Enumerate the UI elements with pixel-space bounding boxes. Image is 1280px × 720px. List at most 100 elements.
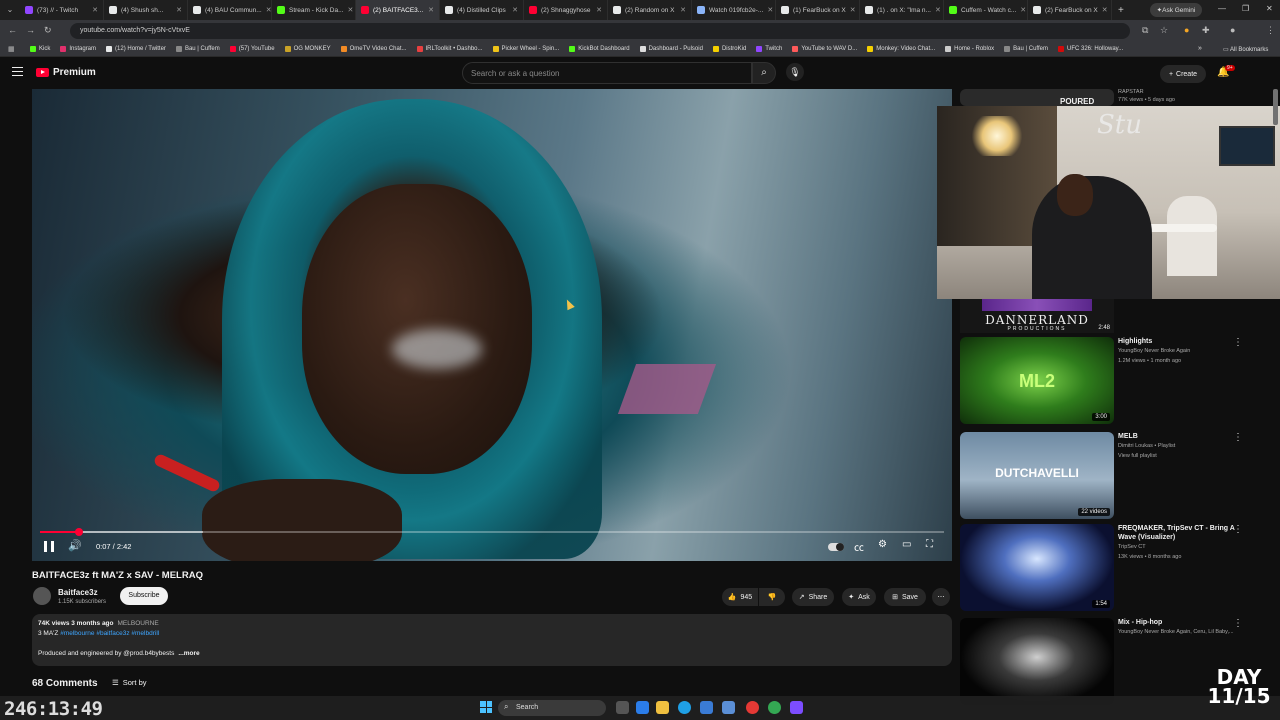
like-button[interactable]: 👍 945 [722, 588, 758, 606]
all-bookmarks[interactable]: ▭ All Bookmarks [1223, 46, 1268, 53]
pause-icon[interactable] [44, 541, 54, 552]
windows-start-icon[interactable] [480, 701, 492, 713]
video-thumbnail[interactable]: 1:54 [960, 524, 1114, 611]
sidebar-channel[interactable]: YoungBoy Never Broke Again [1118, 348, 1190, 354]
tab-close-icon[interactable]: ✕ [266, 6, 271, 14]
sidebar-video-title[interactable]: FREQMAKER, TripSev CT - Bring A Wave (Vi… [1118, 524, 1238, 542]
channel-name[interactable]: Baitface3z [58, 588, 98, 597]
app-icon-purple[interactable] [790, 701, 803, 714]
close-window-icon[interactable]: ✕ [1266, 4, 1273, 13]
profile-avatar-icon[interactable]: ● [1230, 25, 1235, 35]
sidebar-video-title[interactable]: Highlights [1118, 337, 1238, 346]
sidebar-channel[interactable]: YoungBoy Never Broke Again, Ceru, Lil Ba… [1118, 629, 1234, 635]
mic-icon[interactable]: 🎙 [786, 63, 804, 81]
browser-tab[interactable]: (2) FearBuck on X ✕ [1028, 0, 1112, 20]
new-tab-button[interactable]: + [1112, 5, 1130, 16]
ask-button[interactable]: ✦ Ask [842, 588, 876, 606]
miniplayer-icon[interactable]: ▭ [902, 539, 911, 550]
url-field[interactable]: youtube.com/watch?v=jy5N-cVtxvE [70, 23, 1130, 39]
bookmark-item[interactable]: OmeTV Video Chat... [340, 46, 407, 52]
browser-menu-icon[interactable]: ⋮ [1266, 25, 1275, 36]
subscribe-button[interactable]: Subscribe [120, 587, 168, 605]
menu-icon[interactable] [12, 67, 23, 76]
more-options-icon[interactable]: ⋮ [1233, 337, 1243, 348]
sidebar-channel[interactable]: Dimitri Loukas • Playlist [1118, 443, 1175, 449]
tab-close-icon[interactable]: ✕ [767, 6, 773, 14]
app-icon[interactable] [722, 701, 735, 714]
sidebar-video-top[interactable]: POURED RAPSTAR 77K views • 5 days ago [960, 89, 1270, 106]
sidebar-video-item[interactable]: 1:54 FREQMAKER, TripSev CT - Bring A Wave… [960, 524, 1270, 611]
forward-icon[interactable]: → [26, 25, 35, 35]
more-options-icon[interactable]: ⋮ [1233, 618, 1243, 629]
bookmark-item[interactable]: Kick [30, 46, 50, 52]
bookmark-item[interactable]: UFC 326: Holloway... [1057, 46, 1123, 52]
save-button[interactable]: ⊞ Save [884, 588, 926, 606]
video-thumbnail[interactable]: DUTCHAVELLI 22 videos [960, 432, 1114, 519]
fullscreen-icon[interactable]: ⛶ [926, 539, 933, 550]
edge-icon[interactable] [678, 701, 691, 714]
search-icon[interactable]: ⌕ [752, 62, 776, 84]
hashtags[interactable]: #melbourne #baitface3z #melbdrill [60, 630, 159, 637]
tab-close-icon[interactable]: ✕ [92, 6, 98, 14]
tab-close-icon[interactable]: ✕ [850, 6, 856, 14]
apps-grid-icon[interactable]: ▦ [8, 45, 15, 53]
progress-bar[interactable] [40, 528, 944, 536]
video-player[interactable]: 🔊 0:07 / 2:42 ㏄ ⚙ ▭ ⛶ [32, 89, 952, 561]
taskbar-search[interactable]: Search [498, 700, 606, 716]
bookmark-item[interactable]: DistroKid [712, 46, 746, 52]
browser-tab[interactable]: (2) Random on X ✕ [608, 0, 692, 20]
sidebar-video-item[interactable]: ML2 3:00 Highlights YoungBoy Never Broke Ag… [960, 337, 1270, 424]
tab-close-icon[interactable]: ✕ [596, 6, 602, 14]
store-icon[interactable] [700, 701, 713, 714]
settings-gear-icon[interactable]: ⚙ [878, 539, 887, 550]
tab-close-icon[interactable]: ✕ [176, 6, 182, 14]
ask-gemini-button[interactable]: ✦ Ask Gemini [1150, 3, 1202, 17]
more-options-icon[interactable]: ⋮ [1233, 524, 1243, 535]
bookmark-item[interactable]: Bau | Cuffem [175, 46, 220, 52]
extensions-puzzle-icon[interactable]: ✚ [1202, 25, 1210, 36]
file-explorer-icon[interactable] [656, 701, 669, 714]
video-thumbnail[interactable]: ML2 3:00 [960, 337, 1114, 424]
autoplay-toggle[interactable] [828, 543, 844, 551]
browser-tab[interactable]: (1) . on X: "lma n... ✕ [860, 0, 944, 20]
bookmark-item[interactable]: Bau | Cuffem [1004, 46, 1048, 52]
bookmark-item[interactable]: Instagram [60, 46, 96, 52]
browser-tab[interactable]: (4) BAU Commun... ✕ [188, 0, 272, 20]
search-input[interactable]: Search or ask a question [462, 62, 752, 84]
sidebar-channel[interactable]: TripSev CT [1118, 544, 1146, 550]
bookmark-item[interactable]: Twitch [756, 46, 782, 52]
volume-icon[interactable]: 🔊 [68, 539, 82, 552]
channel-avatar[interactable] [33, 587, 51, 605]
bookmark-item[interactable]: Home - Roblox [945, 46, 994, 52]
extension-icon[interactable]: ● [1184, 25, 1189, 35]
task-view-icon[interactable] [616, 701, 629, 714]
tab-search-dropdown[interactable]: ⌄ [0, 0, 20, 20]
tab-close-icon[interactable]: ✕ [935, 6, 941, 14]
tab-close-icon[interactable]: ✕ [348, 6, 354, 14]
bookmark-star-icon[interactable]: ☆ [1160, 25, 1168, 36]
sidebar-video-title[interactable]: Mix - Hip-hop [1118, 618, 1238, 627]
browser-tab[interactable]: Cuffem - Watch c... ✕ [944, 0, 1028, 20]
browser-tab[interactable]: (1) FearBuck on X ✕ [776, 0, 860, 20]
bookmark-item[interactable]: Picker Wheel - Spin... [492, 46, 559, 52]
reload-icon[interactable]: ↻ [44, 25, 52, 36]
video-thumbnail[interactable] [960, 618, 1114, 705]
chrome-icon[interactable] [768, 701, 781, 714]
tab-close-icon[interactable]: ✕ [680, 6, 686, 14]
bookmark-item[interactable]: OG MONKEY [284, 46, 331, 52]
copilot-icon[interactable] [636, 701, 649, 714]
bookmark-item[interactable]: (57) YouTube [229, 46, 275, 52]
location-tag[interactable]: MELBOURNE [118, 620, 159, 627]
tab-close-icon[interactable]: ✕ [428, 6, 434, 14]
dislike-button[interactable]: 👎 [759, 588, 785, 606]
minimize-icon[interactable]: — [1218, 4, 1226, 13]
install-app-icon[interactable]: ⧉ [1142, 25, 1148, 36]
browser-tab[interactable]: (4) Shush sh... ✕ [104, 0, 188, 20]
back-icon[interactable]: ← [8, 25, 17, 35]
bookmark-item[interactable]: KickBot Dashboard [569, 46, 630, 52]
bookmark-item[interactable]: YouTube to WAV D... [792, 46, 857, 52]
tab-close-icon[interactable]: ✕ [1102, 6, 1108, 14]
more-options-icon[interactable]: ⋮ [1233, 432, 1243, 443]
scrollbar-thumb[interactable] [1273, 89, 1278, 125]
browser-tab[interactable]: (73) // - Twitch ✕ [20, 0, 104, 20]
